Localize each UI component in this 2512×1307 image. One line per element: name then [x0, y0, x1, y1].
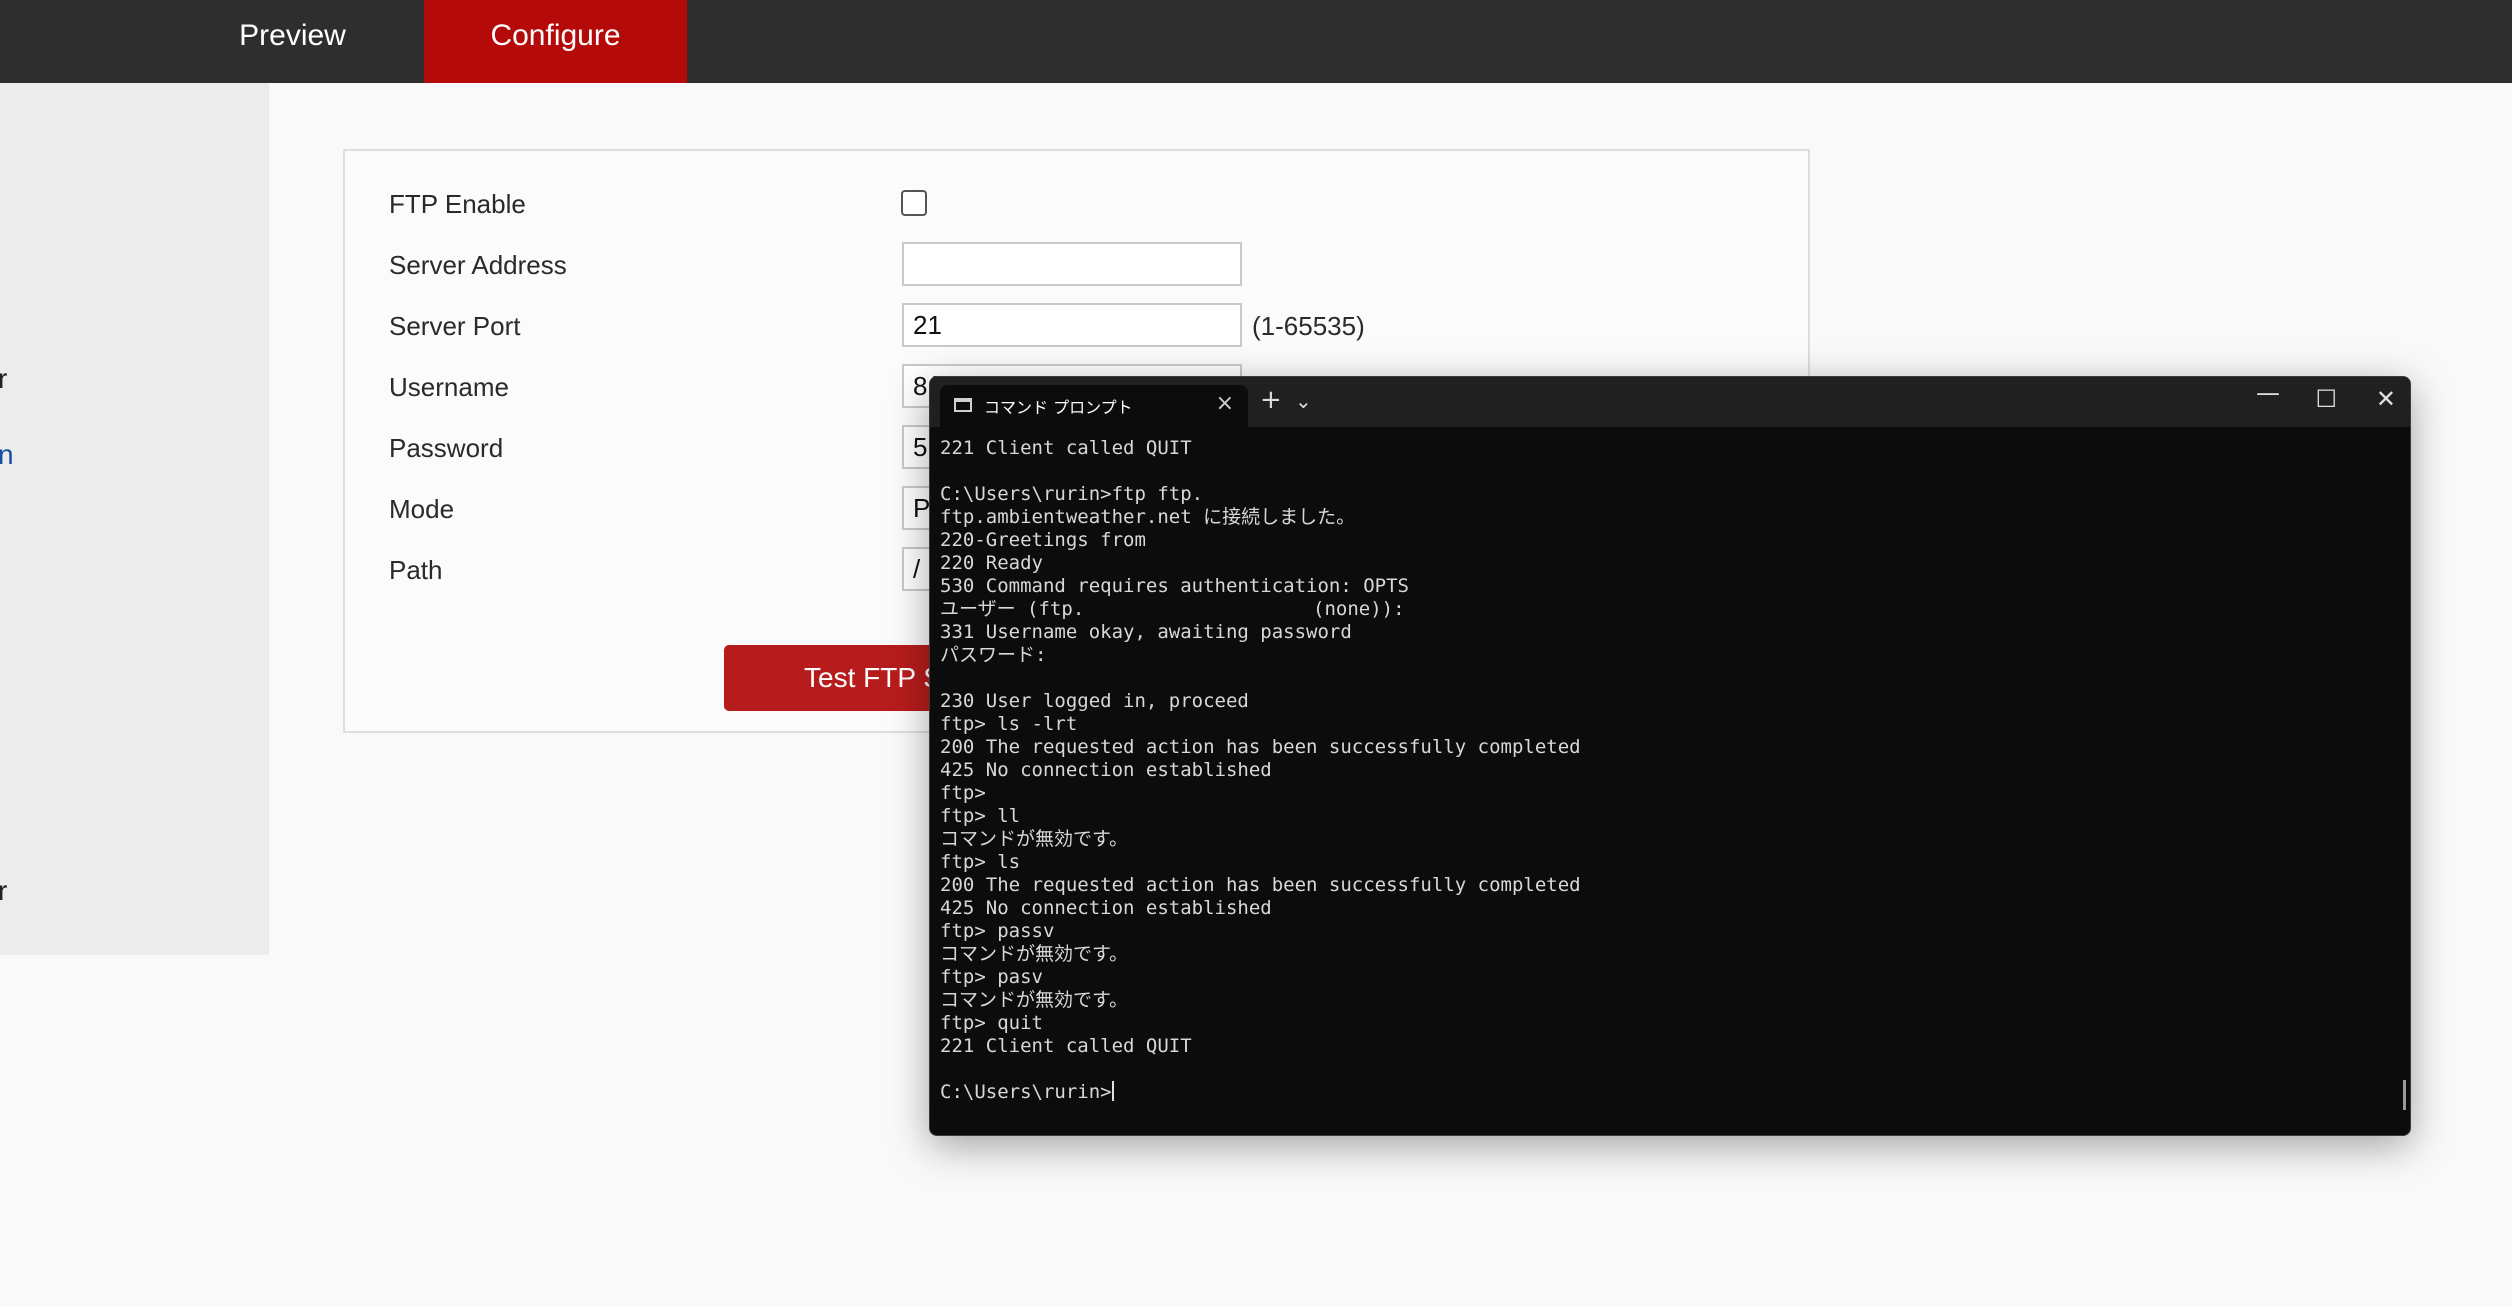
close-window-button[interactable]: ✕ — [2376, 385, 2396, 413]
sidebar-item[interactable]: r — [0, 363, 7, 395]
new-tab-button[interactable]: + — [1260, 385, 1282, 415]
terminal-tab[interactable]: コマンド プロンプト × — [940, 385, 1248, 427]
terminal-body[interactable]: 221 Client called QUIT C:\Users\rurin>ft… — [940, 437, 2390, 1125]
server-address-label: Server Address — [389, 250, 567, 280]
command-prompt-icon — [954, 398, 972, 412]
sidebar-item[interactable]: r — [0, 875, 7, 907]
top-nav-bar: Preview Configure — [0, 0, 2512, 83]
tab-configure[interactable]: Configure — [424, 0, 687, 83]
terminal-output-text: 221 Client called QUIT C:\Users\rurin>ft… — [940, 437, 1581, 1103]
server-address-input[interactable] — [902, 242, 1242, 286]
sidebar-item-selected[interactable]: n — [0, 439, 14, 471]
sidebar: r n r — [0, 83, 269, 955]
chevron-down-icon[interactable]: ⌄ — [1295, 389, 1312, 413]
terminal-title-bar[interactable]: コマンド プロンプト × + ⌄ — ☐ ✕ — [930, 377, 2410, 427]
path-label: Path — [389, 555, 443, 585]
close-tab-icon[interactable]: × — [1216, 391, 1234, 416]
terminal-scrollbar[interactable] — [2403, 1080, 2406, 1110]
tab-preview[interactable]: Preview — [185, 0, 400, 83]
server-port-label: Server Port — [389, 311, 521, 341]
server-port-range-hint: (1-65535) — [1252, 311, 1365, 341]
text-cursor — [1111, 1081, 1114, 1101]
mode-label: Mode — [389, 494, 455, 524]
ftp-enable-label: FTP Enable — [389, 189, 526, 219]
password-label: Password — [389, 433, 504, 463]
username-label: Username — [389, 372, 509, 402]
server-port-input[interactable]: 21 — [902, 303, 1242, 347]
ftp-enable-checkbox[interactable] — [901, 190, 927, 216]
terminal-output: 221 Client called QUIT C:\Users\rurin>ft… — [940, 437, 2390, 1104]
terminal-tab-title: コマンド プロンプト — [984, 398, 1133, 417]
command-prompt-window[interactable]: コマンド プロンプト × + ⌄ — ☐ ✕ 221 Client called… — [929, 376, 2411, 1136]
maximize-button[interactable]: ☐ — [2315, 385, 2337, 413]
minimize-button[interactable]: — — [2256, 379, 2280, 407]
